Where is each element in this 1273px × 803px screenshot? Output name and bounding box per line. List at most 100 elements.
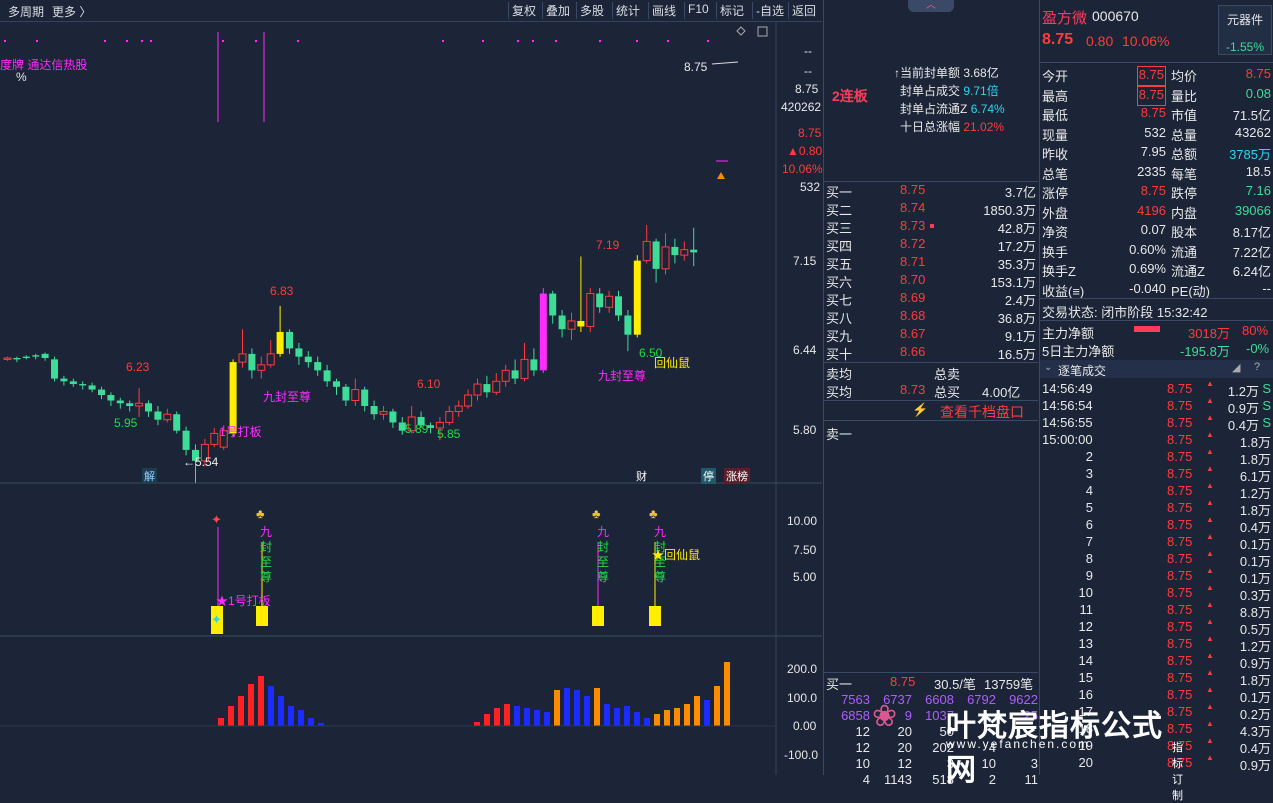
event-cai-badge[interactable]: 财 xyxy=(634,468,649,484)
tick-row[interactable]: 5 8.75 ▲ 1.8万 xyxy=(1040,498,1273,518)
candle-body xyxy=(473,383,482,396)
tick-row[interactable]: 18 8.75 ▲ 4.3万 xyxy=(1040,719,1273,739)
tick-row[interactable]: 15 8.75 ▲ 1.8万 xyxy=(1040,668,1273,688)
jiu-char: 九 xyxy=(654,525,667,539)
bid-row[interactable]: 买五 8.71 35.3万 xyxy=(824,254,1038,272)
more-button[interactable]: 更多 〉 xyxy=(52,3,91,20)
remove-watchlist-button[interactable]: -自选 xyxy=(752,2,787,19)
help-icon[interactable]: ? xyxy=(1254,361,1260,373)
tick-row[interactable]: 14:56:55 8.75 ▲ 0.4万 S xyxy=(1040,413,1273,433)
tick-row[interactable]: 7 8.75 ▲ 0.1万 xyxy=(1040,532,1273,552)
tick-row[interactable]: 14:56:54 8.75 ▲ 0.9万 S xyxy=(1040,396,1273,416)
collapse-icon[interactable]: ⌄ xyxy=(1044,362,1052,373)
tick-row[interactable]: 14:56:49 8.75 ▲ 1.2万 S xyxy=(1040,379,1273,399)
price-annot-554: ←5.54 xyxy=(183,455,219,469)
tick-row[interactable]: 19 8.75 ▲ 0.4万 xyxy=(1040,736,1273,756)
period-button[interactable]: 多周期 xyxy=(8,3,44,20)
view-1000-link[interactable]: 查看千档盘口 xyxy=(940,402,1024,422)
quote-label: 外盘 xyxy=(1042,205,1069,221)
tick-row[interactable]: 10 8.75 ▲ 0.3万 xyxy=(1040,583,1273,603)
back-button[interactable]: 返回 xyxy=(788,2,819,19)
candle-body xyxy=(276,331,284,354)
tick-row[interactable]: 17 8.75 ▲ 0.2万 xyxy=(1040,702,1273,722)
tick-row[interactable]: 8 8.75 ▲ 0.1万 xyxy=(1040,549,1273,569)
sector-pct: -1.55% xyxy=(1225,40,1265,54)
tick-price: 8.75 xyxy=(1167,602,1193,617)
event-ting-badge[interactable]: 停 xyxy=(701,468,716,484)
bid-price: 8.75 xyxy=(900,182,926,197)
y-tick-3: 5.80 xyxy=(793,423,817,437)
overlay-button[interactable]: 叠加 xyxy=(542,2,573,19)
indicator-bar xyxy=(634,712,640,726)
bid-row[interactable]: 买十 8.66 16.5万 xyxy=(824,344,1038,362)
indicator-bar xyxy=(308,718,314,726)
buy-avg-label: 买均 xyxy=(826,385,853,400)
dropdown-icon[interactable]: ◢ xyxy=(1232,361,1240,374)
quote-value: 39066 xyxy=(1234,202,1271,218)
bid-row[interactable]: 买四 8.72 17.2万 xyxy=(824,236,1038,254)
feng-char: 封 xyxy=(597,540,610,554)
side-price-2: 8.75 xyxy=(798,126,822,140)
candle-body xyxy=(210,432,219,445)
tick-row[interactable]: 16 8.75 ▲ 0.1万 xyxy=(1040,685,1273,705)
sell1-label: 卖一 xyxy=(826,427,853,442)
tick-row[interactable]: 2 8.75 ▲ 1.8万 xyxy=(1040,447,1273,467)
collapse-up-icon[interactable]: ︿ xyxy=(908,0,954,12)
tick-price: 8.75 xyxy=(1167,500,1193,515)
main5-value: -195.8万 xyxy=(1180,344,1230,359)
tick-time: 20 xyxy=(1078,755,1093,770)
quote-label: 股本 xyxy=(1171,225,1198,240)
sub1-y-tick-2: 7.50 xyxy=(793,543,817,557)
sub1-y-tick-1: 10.00 xyxy=(787,514,818,528)
signal-dot xyxy=(104,40,106,42)
jiu-char: 九 xyxy=(597,525,610,539)
mark-button[interactable]: 标记 xyxy=(716,2,747,19)
zhi-char: 至 xyxy=(597,555,610,569)
candle-body xyxy=(615,296,622,316)
sub1-huixian-label: ★回仙鼠 xyxy=(652,548,701,562)
indicator-bar xyxy=(504,704,510,726)
quote-value: 7.95 xyxy=(1140,144,1166,159)
bid-row[interactable]: 买七 8.69 2.4万 xyxy=(824,290,1038,308)
bid-row[interactable]: 买二 8.74 1850.3万 xyxy=(824,200,1038,218)
bid-row[interactable]: 买八 8.68 36.8万 xyxy=(824,308,1038,326)
tick-row[interactable]: 9 8.75 ▲ 0.1万 xyxy=(1040,566,1273,586)
stats-button[interactable]: 统计 xyxy=(612,2,643,19)
tick-row[interactable]: 6 8.75 ▲ 0.4万 xyxy=(1040,515,1273,535)
draw-line-button[interactable]: 画线 xyxy=(648,2,679,19)
tick-row[interactable]: 13 8.75 ▲ 1.2万 xyxy=(1040,634,1273,654)
kline-chart-area[interactable]: 度牌 通达信热股 % 8.75 -- -- 8.75 420262 8.75 ▲… xyxy=(0,22,823,775)
candle-body xyxy=(79,384,87,386)
side-current: 532 xyxy=(800,180,821,194)
quote-label: 今开 xyxy=(1042,69,1069,84)
tick-up-arrow: ▲ xyxy=(1206,600,1214,609)
side-percent: 10.06% xyxy=(782,162,823,176)
bid-row[interactable]: 买九 8.67 9.1万 xyxy=(824,326,1038,344)
order-book-panel: ︿ 2连板 ↑当前封单额 3.68亿 封单占成交 9.71倍 封单占流通Z 6.… xyxy=(824,0,1038,787)
tick-row[interactable]: 12 8.75 ▲ 0.5万 xyxy=(1040,617,1273,637)
f10-button[interactable]: F10 xyxy=(684,2,712,19)
sub1-dab-label: ★1号打板 xyxy=(216,594,271,608)
buy-avg-value: 8.73 xyxy=(900,382,926,397)
candle-body xyxy=(549,293,557,316)
queue-cell: 12 xyxy=(897,756,912,771)
tick-up-arrow: ▲ xyxy=(1206,549,1214,558)
tick-row[interactable]: 11 8.75 ▲ 8.8万 xyxy=(1040,600,1273,620)
candle-body xyxy=(511,370,519,379)
fuquan-button[interactable]: 复权 xyxy=(508,2,539,19)
price-annot-595: 5.95 xyxy=(114,416,138,430)
tick-row[interactable]: 4 8.75 ▲ 1.2万 xyxy=(1040,481,1273,501)
quote-value: 4196 xyxy=(1137,202,1166,218)
tick-row[interactable]: 3 8.75 ▲ 6.1万 xyxy=(1040,464,1273,484)
tick-volume: 0.9万 xyxy=(1239,758,1271,773)
event-jie-badge[interactable]: 解 xyxy=(142,468,157,484)
bid-row[interactable]: 买一 8.75 3.7亿 xyxy=(824,182,1038,200)
tick-row[interactable]: 14 8.75 ▲ 0.9万 xyxy=(1040,651,1273,671)
tick-up-arrow: ▲ xyxy=(1206,532,1214,541)
event-zhangbang-badge[interactable]: 涨榜 xyxy=(724,468,750,484)
tick-row[interactable]: 20 8.75 ▲ 0.9万 xyxy=(1040,753,1273,773)
multi-stock-button[interactable]: 多股 xyxy=(576,2,607,19)
sector-box[interactable]: 元器件 -1.55% xyxy=(1218,5,1272,55)
tick-row[interactable]: 15:00:00 8.75 ▲ 1.8万 xyxy=(1040,430,1273,450)
bid-row[interactable]: 买六 8.70 153.1万 xyxy=(824,272,1038,290)
